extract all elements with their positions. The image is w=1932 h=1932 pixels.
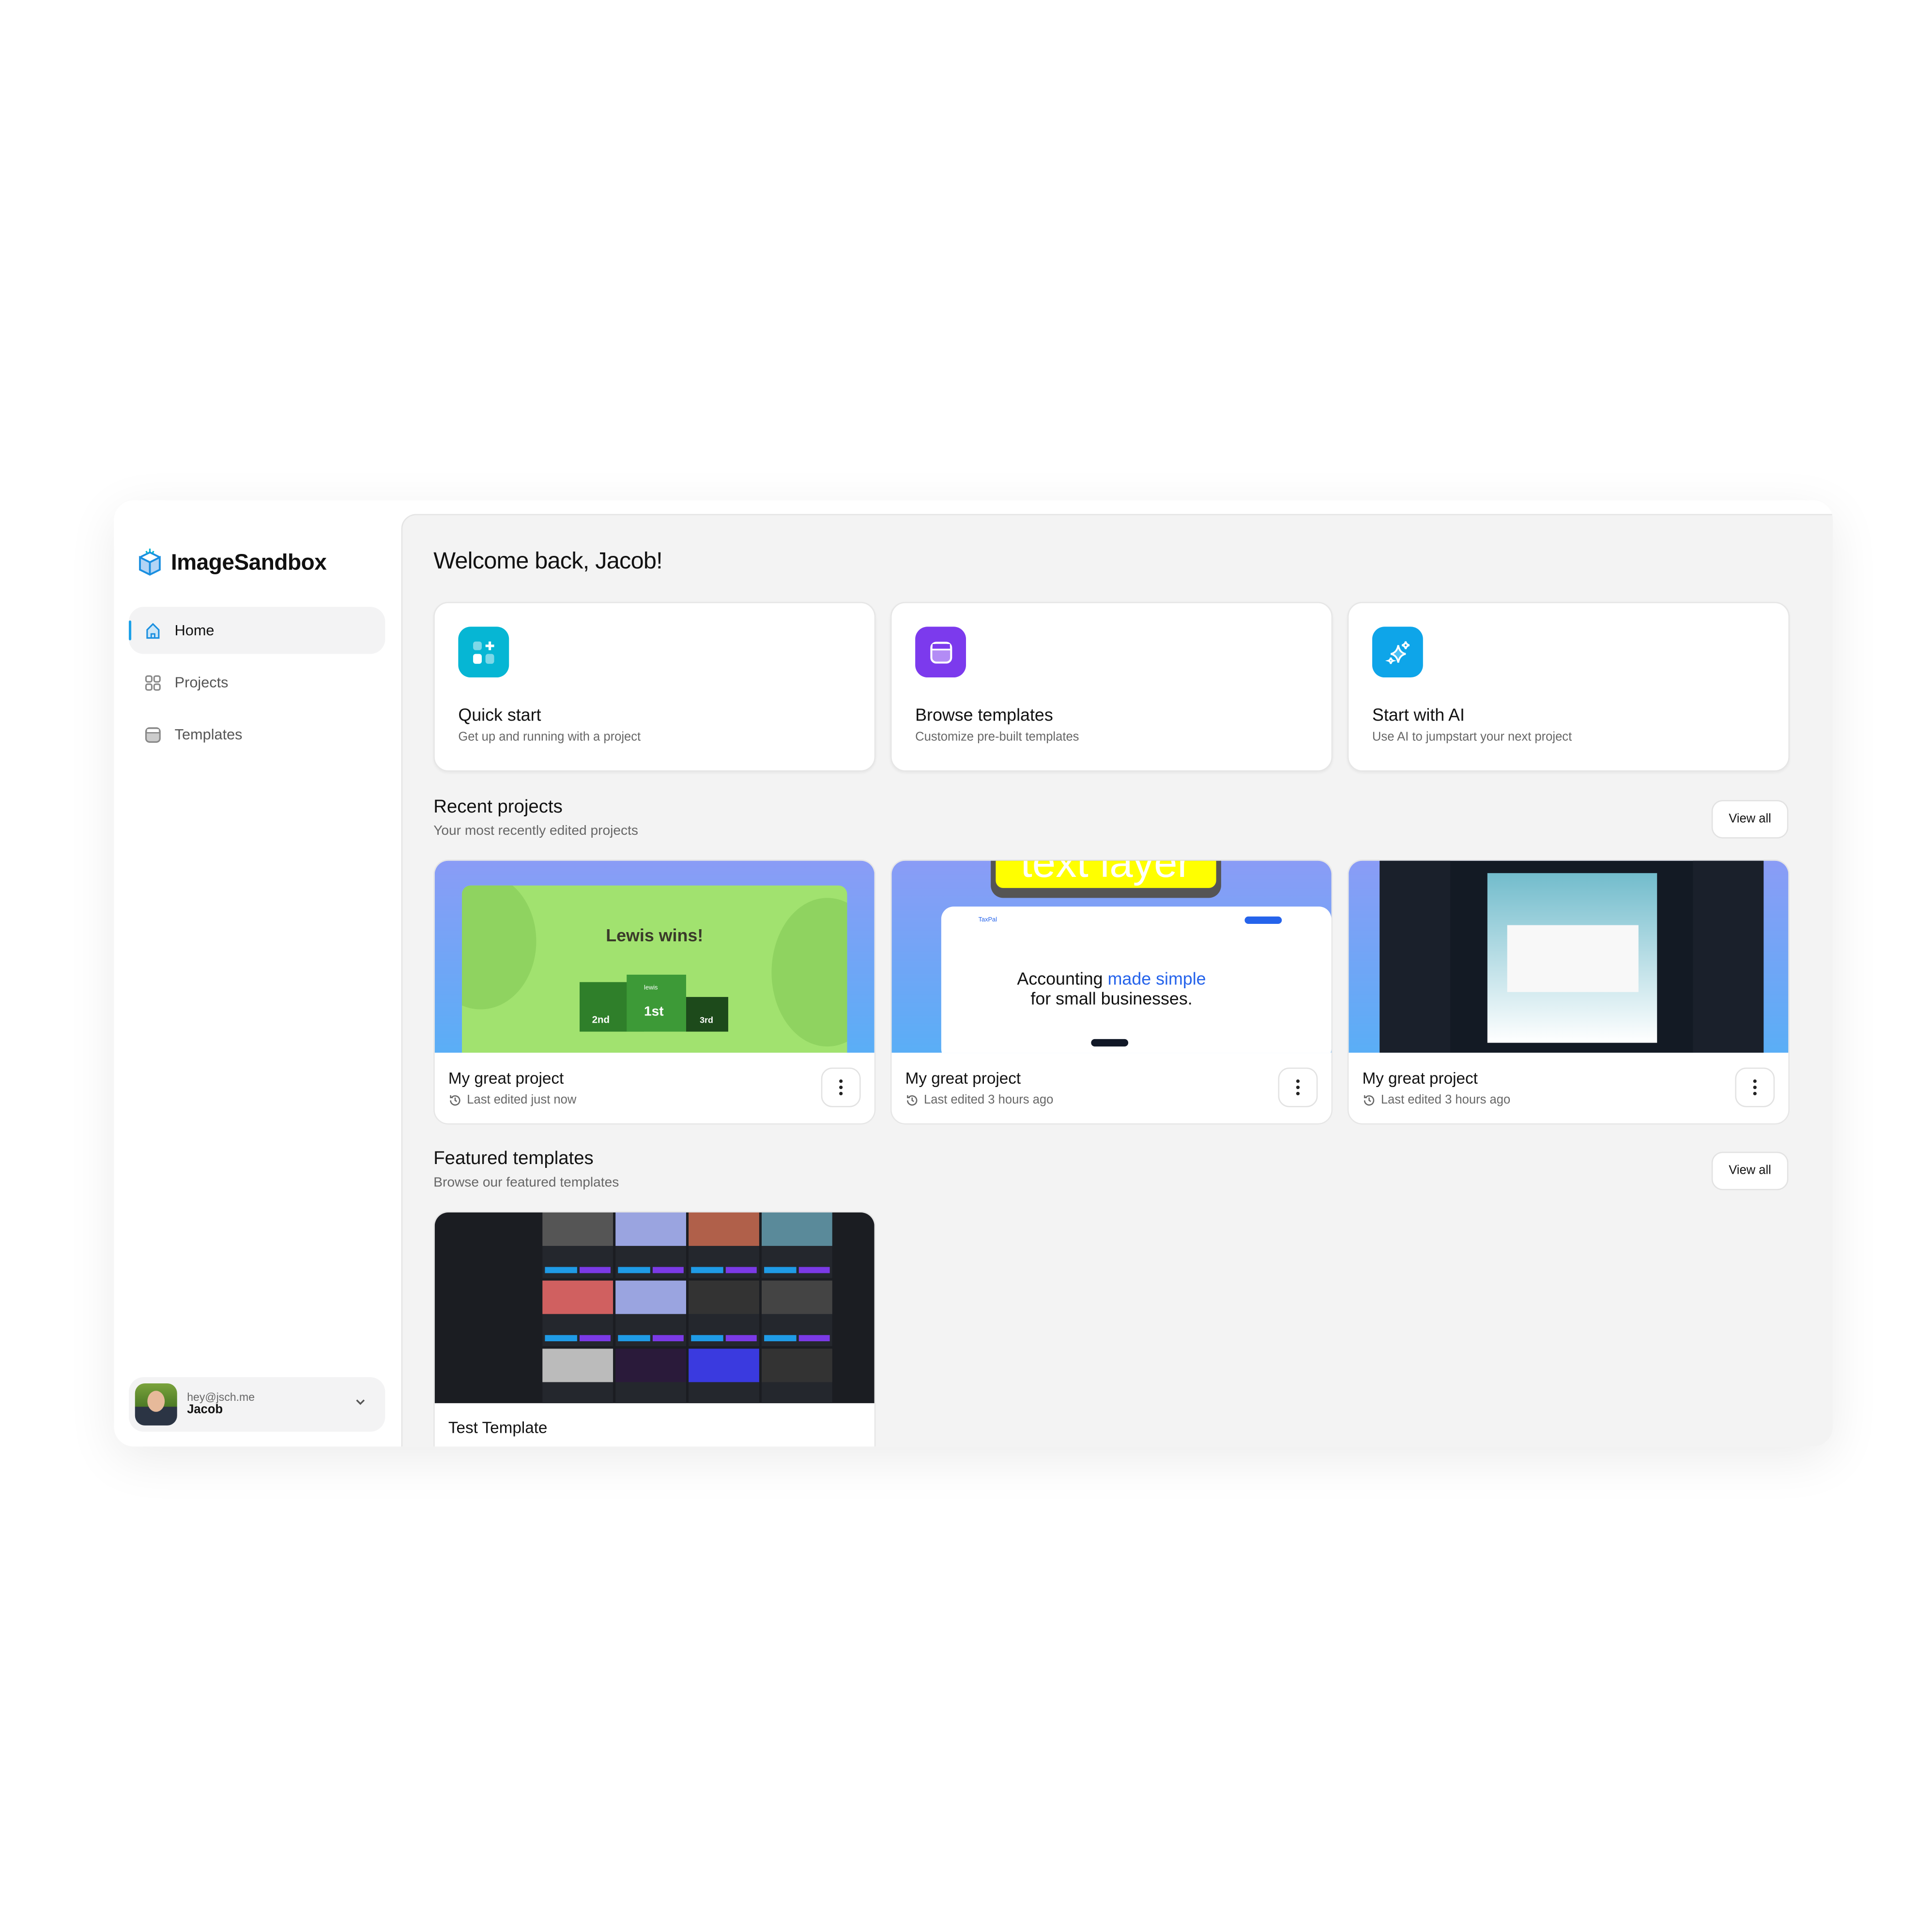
logo-icon xyxy=(139,549,161,576)
user-name: Jacob xyxy=(187,1403,223,1418)
thumb-headline: Accounting made simple for small business… xyxy=(917,968,1307,1008)
project-card[interactable]: My great project Last edited 3 hours ago xyxy=(1347,859,1790,1125)
recent-projects-heading: Recent projects xyxy=(433,796,563,818)
template-name: Test Template xyxy=(448,1418,548,1437)
last-edited: Last edited 3 hours ago xyxy=(924,1093,1054,1107)
sidebar-item-home[interactable]: Home xyxy=(129,607,385,654)
template-thumbnail xyxy=(434,1212,874,1403)
history-icon xyxy=(907,1095,918,1106)
thumb-headline-a: Accounting xyxy=(1017,968,1108,989)
template-icon xyxy=(915,627,966,678)
sidebar: ImageSandbox Home Projects Templates hey… xyxy=(114,500,401,1446)
thumb-text-layer: text layer xyxy=(996,860,1216,888)
home-icon xyxy=(146,622,160,638)
project-card[interactable]: Lewis wins! 2nd 1st 3rd lewis My great p… xyxy=(433,859,876,1125)
user-menu[interactable]: hey@jsch.me Jacob xyxy=(129,1377,385,1432)
action-subtitle: Use AI to jumpstart your next project xyxy=(1372,731,1572,745)
template-tile xyxy=(689,1212,759,1278)
template-tile xyxy=(615,1349,686,1403)
user-email: hey@jsch.me xyxy=(187,1390,255,1403)
browse-templates-card[interactable]: Browse templates Customize pre-built tem… xyxy=(890,602,1333,772)
template-card[interactable]: Test Template xyxy=(433,1211,876,1447)
thumb-headline-c: for small businesses. xyxy=(1030,988,1193,1008)
featured-templates-subheading: Browse our featured templates xyxy=(433,1175,619,1190)
logo[interactable]: ImageSandbox xyxy=(136,548,327,577)
main-content: Welcome back, Jacob! Quick start Get up … xyxy=(401,514,1833,1447)
project-thumbnail: text layer TaxPal Accounting made simple… xyxy=(891,860,1332,1053)
project-options-button[interactable] xyxy=(821,1067,861,1107)
project-options-button[interactable] xyxy=(1278,1067,1318,1107)
sidebar-item-label: Home xyxy=(174,621,215,639)
quick-start-card[interactable]: Quick start Get up and running with a pr… xyxy=(433,602,876,772)
template-tile xyxy=(542,1212,613,1278)
template-tile xyxy=(689,1349,759,1403)
thumb-player: lewis xyxy=(644,984,658,992)
last-edited: Last edited just now xyxy=(467,1093,577,1107)
view-all-projects-button[interactable]: View all xyxy=(1711,800,1789,839)
project-name: My great project xyxy=(1362,1069,1478,1088)
template-tile xyxy=(615,1212,686,1278)
action-title: Quick start xyxy=(458,705,541,725)
recent-projects-subheading: Your most recently edited projects xyxy=(433,823,638,839)
action-title: Start with AI xyxy=(1372,705,1465,725)
template-tile xyxy=(542,1349,613,1403)
app-window: ImageSandbox Home Projects Templates hey… xyxy=(114,500,1833,1447)
history-icon xyxy=(450,1095,460,1106)
thumb-headline-b: made simple xyxy=(1107,968,1206,989)
thumb-headline: Lewis wins! xyxy=(606,925,704,945)
last-edited: Last edited 3 hours ago xyxy=(1380,1093,1511,1107)
template-tile xyxy=(761,1212,832,1278)
page-title: Welcome back, Jacob! xyxy=(433,549,662,575)
chevron-down-icon[interactable] xyxy=(353,1395,368,1410)
start-with-ai-card[interactable]: Start with AI Use AI to jumpstart your n… xyxy=(1347,602,1790,772)
action-subtitle: Customize pre-built templates xyxy=(915,731,1079,745)
more-vertical-icon xyxy=(1753,1079,1757,1096)
thumb-brand: TaxPal xyxy=(978,916,997,924)
sidebar-item-label: Templates xyxy=(174,725,243,743)
project-thumbnail: Lewis wins! 2nd 1st 3rd lewis xyxy=(434,860,874,1053)
thumb-second: 2nd xyxy=(592,1014,610,1026)
project-card[interactable]: text layer TaxPal Accounting made simple… xyxy=(890,859,1333,1125)
history-icon xyxy=(1364,1095,1375,1106)
template-tile xyxy=(615,1280,686,1347)
sidebar-item-templates[interactable]: Templates xyxy=(129,711,385,758)
avatar xyxy=(135,1383,177,1426)
app-name: ImageSandbox xyxy=(170,549,327,574)
project-name: My great project xyxy=(448,1069,564,1088)
sidebar-nav: Home Projects Templates xyxy=(129,607,385,763)
template-tile xyxy=(761,1280,832,1347)
featured-templates-heading: Featured templates xyxy=(433,1148,594,1169)
thumb-third: 3rd xyxy=(700,1016,713,1026)
template-tile xyxy=(689,1280,759,1347)
action-subtitle: Get up and running with a project xyxy=(458,731,641,745)
sidebar-item-label: Projects xyxy=(174,674,229,691)
quick-start-icon xyxy=(458,627,509,678)
view-all-templates-button[interactable]: View all xyxy=(1711,1151,1789,1190)
template-tile xyxy=(761,1349,832,1403)
grid-icon xyxy=(145,675,161,690)
action-title: Browse templates xyxy=(915,705,1053,725)
project-thumbnail xyxy=(1349,860,1789,1053)
more-vertical-icon xyxy=(839,1079,843,1096)
more-vertical-icon xyxy=(1296,1079,1300,1096)
template-tile xyxy=(542,1280,613,1347)
template-icon xyxy=(145,726,161,742)
sidebar-item-projects[interactable]: Projects xyxy=(129,659,385,706)
project-options-button[interactable] xyxy=(1735,1067,1775,1107)
sparkles-icon xyxy=(1372,627,1423,678)
project-name: My great project xyxy=(905,1069,1021,1088)
